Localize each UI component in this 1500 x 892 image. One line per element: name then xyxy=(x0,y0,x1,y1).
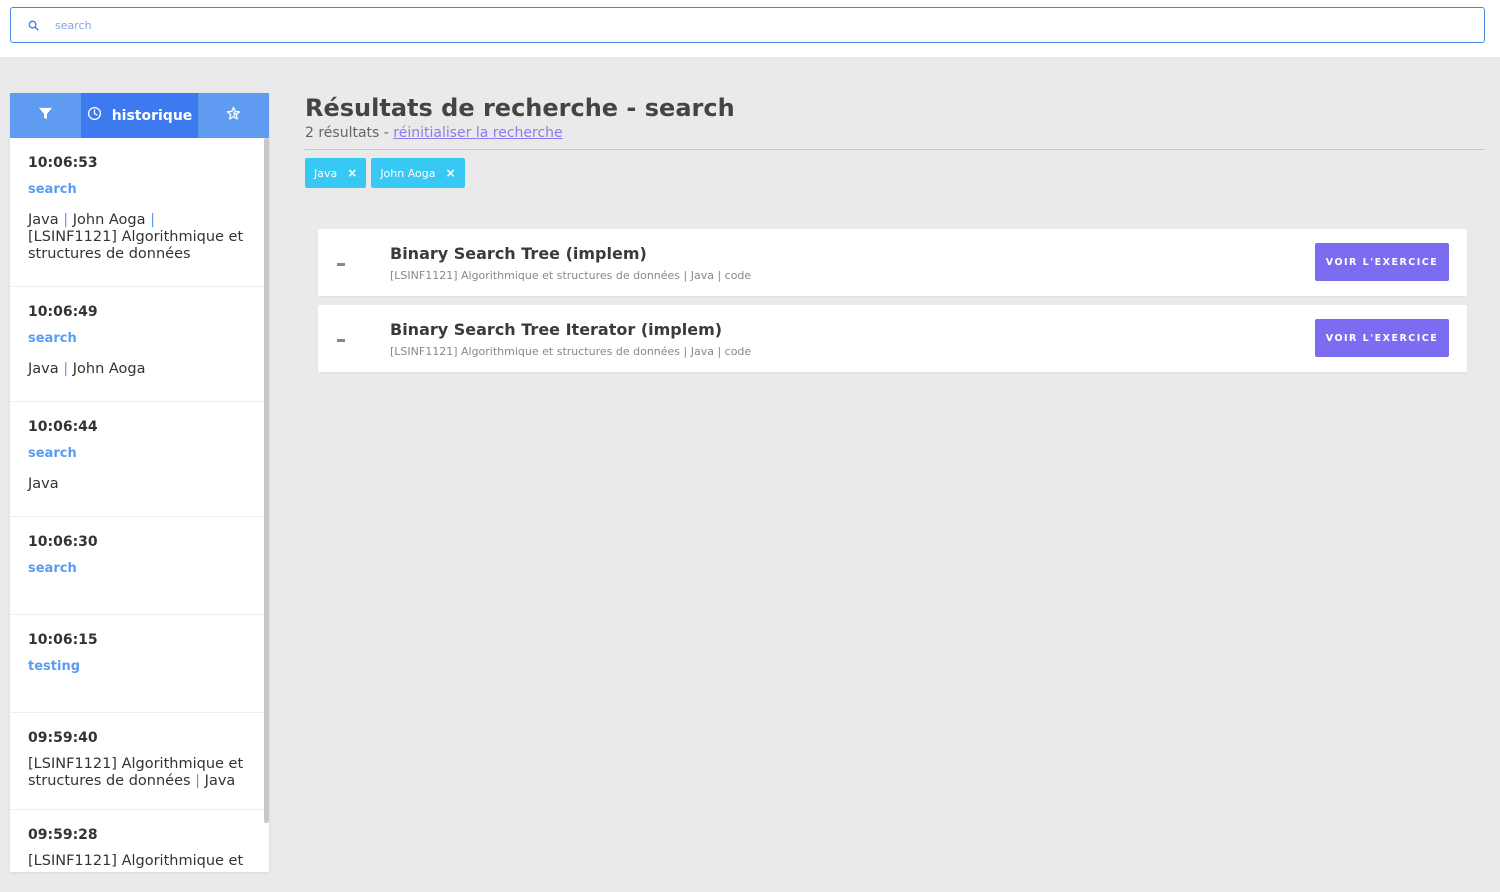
history-time: 10:06:30 xyxy=(28,534,98,550)
tab-history[interactable]: historique xyxy=(81,93,198,138)
tab-favorites[interactable] xyxy=(198,93,269,138)
history-item[interactable]: 10:06:15 testing xyxy=(10,615,264,713)
tab-history-label: historique xyxy=(111,107,193,124)
tab-filters[interactable] xyxy=(10,93,81,138)
result-card: Binary Search Tree (implem) [LSINF1121] … xyxy=(318,229,1467,296)
history-item[interactable]: 09:59:40 [LSINF1121] Algorithmique et st… xyxy=(10,713,264,810)
history-tag: Java xyxy=(28,212,59,228)
filter-chip-john-aoga[interactable]: John Aoga × xyxy=(371,158,465,188)
filter-chip-java[interactable]: Java × xyxy=(305,158,367,188)
result-meta: [LSINF1121] Algorithmique et structures … xyxy=(390,345,752,358)
history-item[interactable]: 10:06:30 search xyxy=(10,517,264,615)
search-box[interactable] xyxy=(10,7,1485,43)
history-time: 10:06:49 xyxy=(28,304,98,320)
history-tags: [LSINF1121] Algorithmique et xyxy=(28,853,246,870)
history-tags: Java xyxy=(28,476,246,493)
history-tag: Java xyxy=(28,476,59,492)
sidebar-tabs: historique xyxy=(10,93,269,138)
star-icon xyxy=(226,106,241,125)
filter-icon xyxy=(38,106,53,125)
history-item[interactable]: 10:06:53 search Java | John Aoga | [LSIN… xyxy=(10,138,264,287)
history-list: 10:06:53 search Java | John Aoga | [LSIN… xyxy=(10,138,264,872)
search-icon xyxy=(11,20,55,31)
history-query: search xyxy=(28,182,77,197)
result-card: Binary Search Tree Iterator (implem) [LS… xyxy=(318,305,1467,372)
top-bar xyxy=(0,0,1500,57)
chip-label: Java xyxy=(314,166,338,180)
search-input[interactable] xyxy=(55,8,1484,42)
result-title: Binary Search Tree (implem) xyxy=(390,244,647,263)
history-item[interactable]: 10:06:44 search Java xyxy=(10,402,264,517)
history-tag: [LSINF1121] Algorithmique et structures … xyxy=(28,229,244,262)
results-count: 2 résultats - xyxy=(305,125,394,141)
view-exercise-button[interactable]: VOIR L'EXERCICE xyxy=(1315,319,1449,357)
history-time: 10:06:15 xyxy=(28,632,98,648)
page-title: Résultats de recherche - search xyxy=(305,94,735,122)
chip-label: John Aoga xyxy=(380,166,436,180)
minus-icon xyxy=(337,263,345,266)
history-tag: John Aoga xyxy=(72,212,146,228)
title-divider xyxy=(305,149,1485,150)
clock-icon xyxy=(87,106,102,125)
result-meta: [LSINF1121] Algorithmique et structures … xyxy=(390,269,752,282)
history-tags: Java | John Aoga | [LSINF1121] Algorithm… xyxy=(28,212,244,262)
minus-icon xyxy=(337,339,345,342)
history-query: search xyxy=(28,561,77,576)
history-query: search xyxy=(28,446,77,461)
history-tag: [LSINF1121] Algorithmique et xyxy=(28,853,244,869)
history-time: 10:06:44 xyxy=(28,419,98,435)
history-time: 09:59:28 xyxy=(28,827,98,843)
history-scrollbar[interactable] xyxy=(264,138,269,823)
history-tags: [LSINF1121] Algorithmique et structures … xyxy=(28,756,244,789)
history-sidebar: historique 10:06:53 search Java | John A… xyxy=(10,93,269,872)
history-tags: Java | John Aoga xyxy=(28,361,146,377)
close-icon[interactable]: × xyxy=(446,166,456,180)
reset-search-link[interactable]: réinitialiser la recherche xyxy=(393,125,562,141)
history-item[interactable]: 09:59:28 [LSINF1121] Algorithmique et xyxy=(10,810,264,872)
history-tag: Java xyxy=(204,773,236,789)
history-time: 10:06:53 xyxy=(28,155,98,171)
history-time: 09:59:40 xyxy=(28,730,98,746)
history-query: testing xyxy=(28,659,80,674)
history-tag: John Aoga xyxy=(72,361,146,377)
close-icon[interactable]: × xyxy=(347,166,357,180)
history-tag: Java xyxy=(28,361,59,377)
history-item[interactable]: 10:06:49 search Java | John Aoga xyxy=(10,287,264,402)
history-query: search xyxy=(28,331,77,346)
result-title: Binary Search Tree Iterator (implem) xyxy=(390,320,723,339)
view-exercise-button[interactable]: VOIR L'EXERCICE xyxy=(1315,243,1449,281)
results-summary: 2 résultats - réinitialiser la recherche xyxy=(305,125,563,141)
active-filters: Java × John Aoga × xyxy=(305,158,465,188)
